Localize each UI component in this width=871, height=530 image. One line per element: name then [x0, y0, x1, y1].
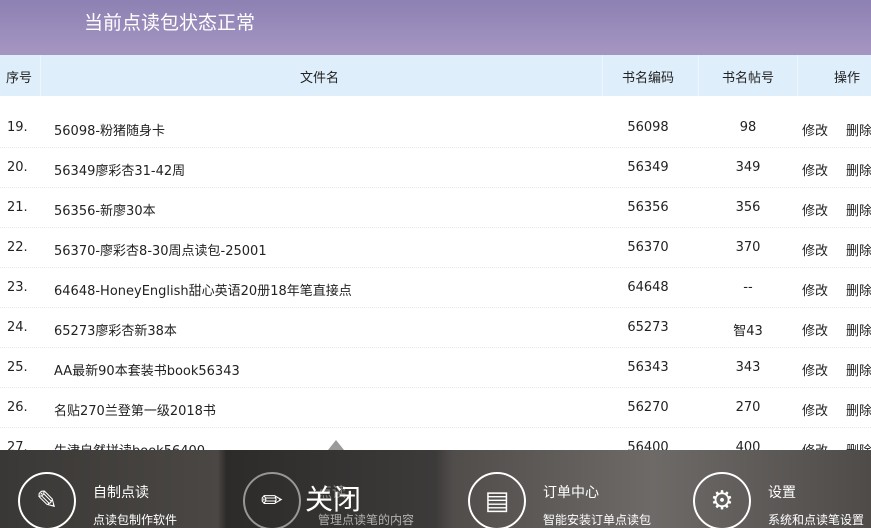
edit-button[interactable]: 修改	[802, 200, 828, 219]
edit-button[interactable]: 修改	[802, 240, 828, 259]
table-row: 25. AA最新90本套装书book56343 56343 343 修改 删除	[0, 348, 871, 388]
row-post: 98	[739, 120, 757, 135]
edit-button[interactable]: 修改	[802, 280, 828, 299]
row-name: 56349廖彩杏31-42周	[54, 164, 186, 179]
row-code: 56270	[627, 400, 669, 415]
row-name: 56098-粉猪随身卡	[54, 124, 166, 139]
menu-subtitle: 智能安装订单点读包	[543, 513, 652, 527]
menu-title: 自制点读	[93, 485, 149, 501]
table-row: 22. 56370-廖彩杏8-30周点读包-25001 56370 370 修改 删除	[0, 228, 871, 268]
delete-button[interactable]: 删除	[846, 120, 871, 139]
table-row: 20. 56349廖彩杏31-42周 56349 349 修改 删除	[0, 148, 871, 188]
expand-arrow-icon[interactable]	[328, 440, 344, 450]
row-code: 56370	[627, 240, 669, 255]
edit-button[interactable]: 修改	[802, 360, 828, 379]
delete-button[interactable]: 删除	[846, 200, 871, 219]
row-post: 356	[735, 200, 761, 215]
edit-button[interactable]: 修改	[802, 320, 828, 339]
table-row: 24. 65273廖彩杏新38本 65273 智43 修改 删除	[0, 308, 871, 348]
pencil-ruler-icon: ✎	[18, 472, 76, 530]
col-name: 文件名	[300, 71, 340, 86]
table-row: 19. 56098-粉猪随身卡 56098 98 修改 删除	[0, 108, 871, 148]
row-seq: 24.	[7, 320, 28, 335]
row-post: 370	[735, 240, 761, 255]
row-code: 56343	[627, 360, 669, 375]
row-name: AA最新90本套装书book56343	[54, 364, 240, 379]
col-seq: 序号	[6, 71, 33, 86]
bottom-menu: ✎ 自制点读 点读包制作软件 ✏ 点读 管理点读笔的内容 ▤ 订单中心 智能安装…	[0, 450, 871, 530]
row-code: 56356	[627, 200, 669, 215]
file-list: 19. 56098-粉猪随身卡 56098 98 修改 删除 20. 56349廖彩杏31-4…	[0, 108, 871, 468]
edit-button[interactable]: 修改	[802, 160, 828, 179]
row-name: 56370-廖彩杏8-30周点读包-25001	[54, 244, 267, 259]
edit-button[interactable]: 修改	[802, 120, 828, 139]
delete-button[interactable]: 删除	[846, 280, 871, 299]
menu-subtitle: 点读包制作软件	[93, 513, 178, 527]
delete-button[interactable]: 删除	[846, 360, 871, 379]
table-row: 26. 名贴270兰登第一级2018书 56270 270 修改 删除	[0, 388, 871, 428]
col-code: 书名编码	[622, 71, 675, 86]
close-button[interactable]: 关闭	[305, 478, 361, 518]
row-code: 56098	[627, 120, 669, 135]
delete-button[interactable]: 删除	[846, 400, 871, 419]
row-seq: 22.	[7, 240, 28, 255]
menu-title: 设置	[768, 485, 796, 501]
row-name: 56356-新廖30本	[54, 204, 156, 219]
row-seq: 19.	[7, 120, 28, 135]
status-title: 当前点读包状态正常	[84, 12, 256, 34]
pencil-icon: ✏	[243, 472, 301, 530]
row-code: 65273	[627, 320, 669, 335]
col-post: 书名帖号	[722, 71, 775, 86]
row-code: 64648	[627, 280, 669, 295]
menu-title: 订单中心	[543, 485, 599, 501]
table-row: 23. 64648-HoneyEnglish甜心英语20册18年笔直接点 64648…	[0, 268, 871, 308]
row-name: 64648-HoneyEnglish甜心英语20册18年笔直接点	[54, 284, 352, 299]
delete-button[interactable]: 删除	[846, 320, 871, 339]
row-post: --	[743, 280, 753, 295]
row-post: 349	[735, 160, 761, 175]
delete-button[interactable]: 删除	[846, 240, 871, 259]
delete-button[interactable]: 删除	[846, 160, 871, 179]
edit-button[interactable]: 修改	[802, 400, 828, 419]
row-seq: 26.	[7, 400, 28, 415]
row-seq: 20.	[7, 160, 28, 175]
row-post: 智43	[733, 324, 763, 339]
row-post: 343	[735, 360, 761, 375]
row-name: 65273廖彩杏新38本	[54, 324, 177, 339]
document-edit-icon: ▤	[468, 472, 526, 530]
col-ops: 操作	[834, 71, 861, 86]
table-header: 序号 文件名 书名编码 书名帖号 操作	[0, 55, 871, 96]
table-row: 21. 56356-新廖30本 56356 356 修改 删除	[0, 188, 871, 228]
row-seq: 23.	[7, 280, 28, 295]
row-post: 270	[735, 400, 761, 415]
row-seq: 25.	[7, 360, 28, 375]
row-seq: 21.	[7, 200, 28, 215]
gear-icon: ⚙	[693, 472, 751, 530]
row-code: 56349	[627, 160, 669, 175]
row-name: 名贴270兰登第一级2018书	[54, 404, 216, 419]
status-header: 当前点读包状态正常	[0, 0, 871, 55]
menu-subtitle: 系统和点读笔设置	[768, 513, 865, 527]
